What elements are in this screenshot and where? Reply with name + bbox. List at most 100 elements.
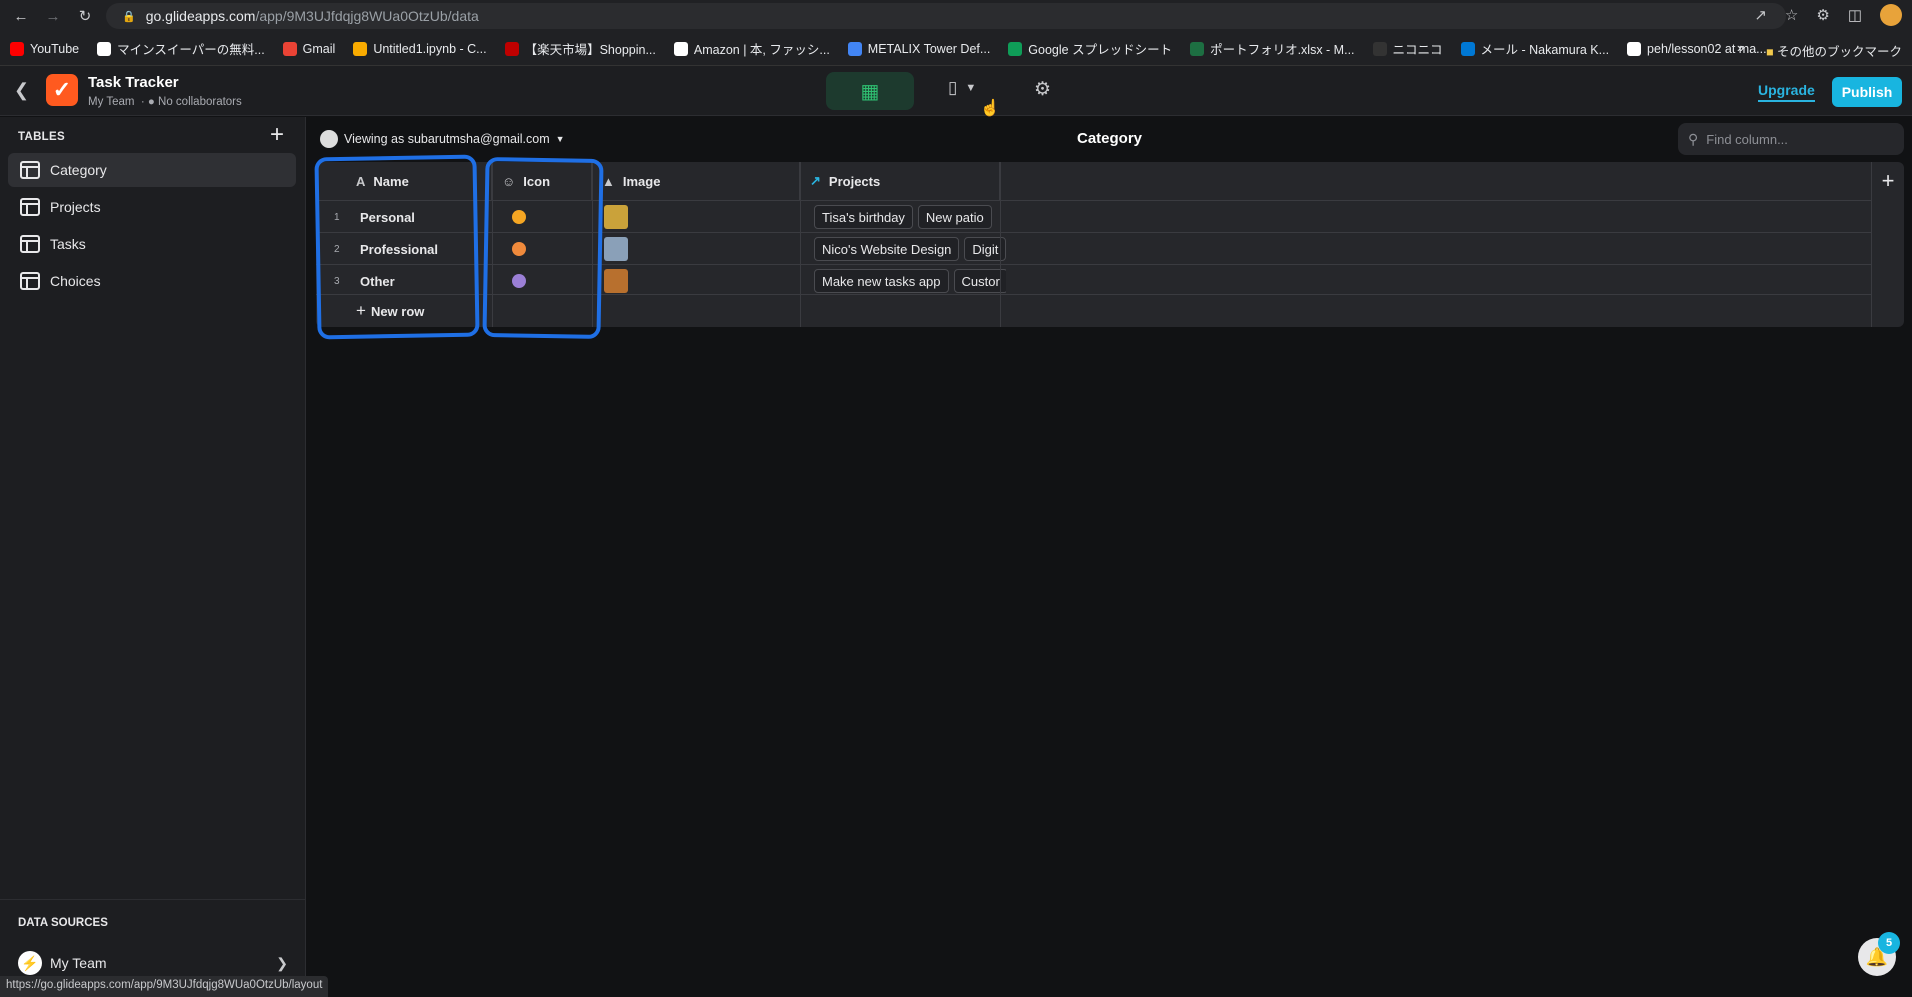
bookmark-label: ニコニコ <box>1392 43 1443 57</box>
bookmark-favicon-icon <box>1460 41 1475 56</box>
bookmark-item[interactable]: Google スプレッドシート <box>1008 39 1172 58</box>
bookmark-item[interactable]: マインスイーパーの無料... <box>97 39 265 58</box>
project-chip[interactable]: New patio <box>917 205 992 229</box>
bookmark-label: Gmail <box>302 41 336 56</box>
browser-actions: ↗ ☆ ⚙ ◫ <box>1754 4 1902 26</box>
new-row[interactable]: + New row <box>316 294 1871 327</box>
url-host: go.glideapps.com <box>145 8 256 24</box>
upgrade-link[interactable]: Upgrade <box>1758 82 1815 102</box>
bookmark-favicon-icon <box>1190 41 1205 56</box>
sidebar-item-tasks[interactable]: Tasks <box>8 227 296 261</box>
user-avatar <box>320 130 338 148</box>
bookmarks-overflow-icon[interactable]: » <box>1737 41 1744 60</box>
status-bar-url: https://go.glideapps.com/app/9M3UJfdqjg8… <box>0 976 329 997</box>
project-chip[interactable]: Nico's Website Design <box>814 237 960 261</box>
name-cell[interactable]: Other <box>360 265 395 297</box>
app-header: ❮ ✓ Task Tracker My Team · ● No collabor… <box>0 66 1912 117</box>
sidebar-item-label: Category <box>50 162 107 178</box>
data-source-item[interactable]: ⚡ My Team ❯ <box>18 951 288 975</box>
projects-cell[interactable]: Make new tasks app Custor <box>808 265 1006 297</box>
bookmark-label: Amazon | 本, ファッシ... <box>693 43 830 57</box>
bookmark-favicon-icon <box>504 41 519 56</box>
bookmark-item[interactable]: メール - Nakamura K... <box>1460 39 1609 58</box>
icon-cell[interactable] <box>512 233 526 265</box>
name-cell[interactable]: Professional <box>360 233 438 265</box>
image-cell[interactable] <box>604 265 628 297</box>
project-chip[interactable]: Custor <box>953 269 1006 293</box>
forward-icon[interactable]: → <box>42 5 64 27</box>
image-thumbnail <box>604 237 628 261</box>
share-icon[interactable]: ↗ <box>1754 6 1767 24</box>
column-header-projects[interactable]: ↗ Projects <box>800 162 1000 200</box>
app-back-icon[interactable]: ❮ <box>14 80 29 101</box>
find-column-placeholder: Find column... <box>1706 131 1788 147</box>
table-icon <box>20 272 40 290</box>
image-thumbnail <box>604 205 628 229</box>
bookmark-item[interactable]: METALIX Tower Def... <box>847 41 990 56</box>
new-row-button[interactable]: + New row <box>356 295 424 327</box>
bookmark-favicon-icon <box>1008 41 1023 56</box>
project-chip[interactable]: Tisa's birthday <box>814 205 913 229</box>
emoji-icon <box>512 242 526 256</box>
star-icon[interactable]: ☆ <box>1785 6 1798 24</box>
column-divider <box>800 162 801 327</box>
notification-count-badge: 5 <box>1878 932 1900 954</box>
table-row[interactable]: 3 Other Make new tasks app Custor <box>316 264 1871 296</box>
back-icon[interactable]: ← <box>10 5 32 27</box>
bookmark-label: マインスイーパーの無料... <box>117 43 265 57</box>
icon-cell[interactable] <box>512 265 526 297</box>
bookmark-label: Untitled1.ipynb - C... <box>373 41 487 56</box>
bookmark-item[interactable]: ニコニコ <box>1372 39 1443 58</box>
projects-cell[interactable]: Nico's Website Design Digit <box>808 233 1006 265</box>
layout-editor-tab[interactable]: ▯ ▼ <box>948 78 976 98</box>
bookmark-favicon-icon <box>847 41 862 56</box>
add-column-icon[interactable]: + <box>1871 162 1904 327</box>
table-row[interactable]: 1 Personal Tisa's birthday New patio <box>316 200 1871 232</box>
bookmark-item[interactable]: Amazon | 本, ファッシ... <box>673 39 830 58</box>
column-header-icon[interactable]: ☺ Icon <box>492 162 592 200</box>
reload-icon[interactable]: ↻ <box>74 5 96 27</box>
column-header-image[interactable]: ▲ Image <box>592 162 800 200</box>
sidebar: TABLES + Category Projects Tasks Choices DA… <box>0 117 306 997</box>
folder-icon: ■ <box>1765 45 1774 59</box>
chevron-down-icon[interactable]: ▼ <box>965 82 976 94</box>
image-cell[interactable] <box>604 201 628 233</box>
emoji-icon <box>512 274 526 288</box>
extensions-icon[interactable]: ⚙ <box>1816 6 1829 24</box>
name-cell[interactable]: Personal <box>360 201 415 233</box>
other-bookmarks[interactable]: ■ その他のブックマーク <box>1766 41 1902 60</box>
project-chip[interactable]: Make new tasks app <box>814 269 949 293</box>
sidebar-item-projects[interactable]: Projects <box>8 190 296 224</box>
text-type-icon: A <box>356 173 366 189</box>
icon-cell[interactable] <box>512 201 526 233</box>
profile-avatar[interactable] <box>1880 4 1902 26</box>
data-source-label: My Team <box>50 955 107 971</box>
sidebar-item-choices[interactable]: Choices <box>8 264 296 298</box>
image-cell[interactable] <box>604 233 628 265</box>
image-thumbnail <box>604 269 628 293</box>
bookmark-item[interactable]: Gmail <box>282 41 336 56</box>
bookmark-label: ポートフォリオ.xlsx - M... <box>1210 43 1355 57</box>
bookmark-item[interactable]: ポートフォリオ.xlsx - M... <box>1190 39 1355 58</box>
data-grid: A Name ☺ Icon ▲ Image ↗ Projects 1 Person… <box>316 162 1904 327</box>
sidebar-item-category[interactable]: Category <box>8 153 296 187</box>
column-header-name[interactable]: A Name <box>316 162 492 200</box>
chevron-down-icon: ▼ <box>555 134 565 144</box>
table-row[interactable]: 2 Professional Nico's Website Design Digit <box>316 232 1871 264</box>
data-editor-tab-table-icon[interactable]: ▦ <box>826 72 914 110</box>
settings-icon[interactable]: ⚙ <box>1034 78 1051 101</box>
publish-button[interactable]: Publish <box>1832 77 1902 107</box>
data-sources-heading: DATA SOURCES <box>18 917 108 929</box>
viewing-as-selector[interactable]: Viewing as subarutmsha@gmail.com ▼ <box>320 130 565 148</box>
bookmark-item[interactable]: YouTube <box>10 41 79 56</box>
find-column-search[interactable]: ⚲ Find column... <box>1678 123 1904 155</box>
address-bar[interactable]: 🔒 go.glideapps.com/app/9M3UJfdqjg8WUa0Ot… <box>106 3 1786 29</box>
team-name: My Team <box>88 96 135 108</box>
bookmark-item[interactable]: 【楽天市場】Shoppin... <box>504 39 656 58</box>
add-table-icon[interactable]: + <box>270 121 284 149</box>
side-panel-icon[interactable]: ◫ <box>1848 6 1862 24</box>
projects-cell[interactable]: Tisa's birthday New patio <box>808 201 1006 233</box>
bookmark-item[interactable]: Untitled1.ipynb - C... <box>353 41 487 56</box>
plus-icon: + <box>356 301 366 320</box>
row-number: 1 <box>334 211 340 223</box>
